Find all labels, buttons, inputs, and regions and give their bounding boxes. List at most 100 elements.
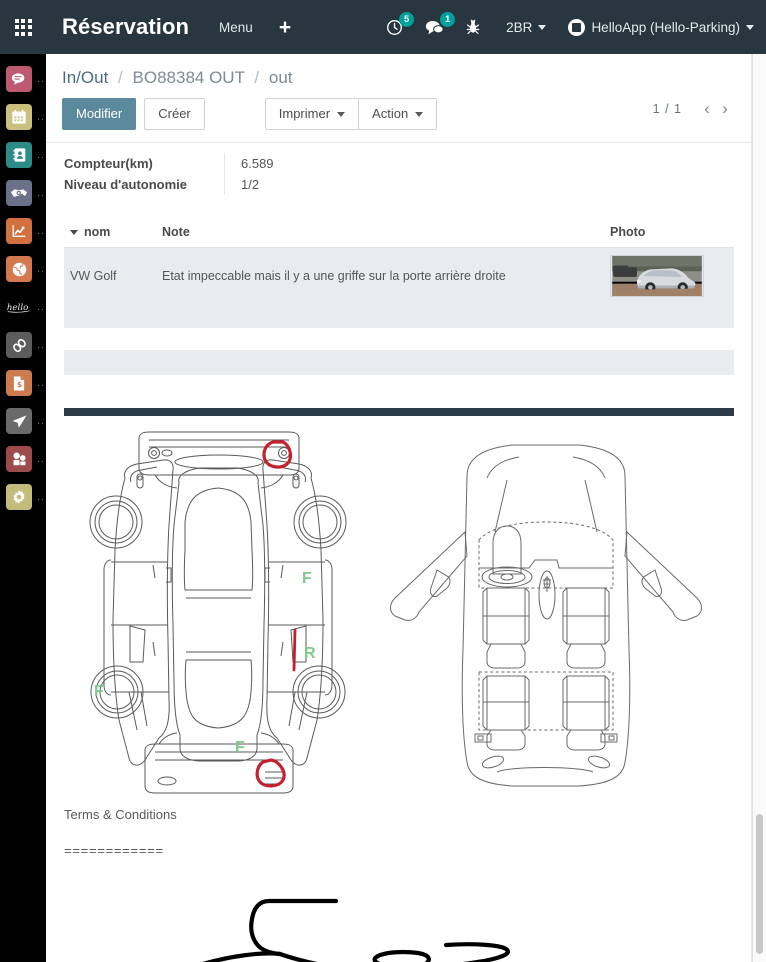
breadcrumb-record[interactable]: BO88384 OUT <box>133 68 245 87</box>
front-bumper-right-circle <box>264 442 290 467</box>
sidebar-item-label: ... <box>37 150 46 161</box>
sidebar-item-email-marketing[interactable]: ... <box>0 402 46 440</box>
menu-button[interactable]: Menu <box>219 20 253 35</box>
paper-plane-icon <box>6 408 32 434</box>
calendar-icon <box>6 104 32 130</box>
sidebar-item-hello[interactable]: hello ... <box>0 288 46 326</box>
chevron-down-icon <box>538 25 546 30</box>
breadcrumb-root[interactable]: In/Out <box>62 68 108 87</box>
column-label-nom: nom <box>84 225 110 239</box>
mark-label-f-left-rear: F <box>94 683 104 700</box>
apps-grid-icon[interactable] <box>0 19 46 36</box>
boxes-icon <box>6 446 32 472</box>
field-value-autonomie: 1/2 <box>225 174 274 195</box>
sidebar-item-label: ... <box>37 454 46 465</box>
section-divider-rule <box>64 408 734 416</box>
pager-next-button[interactable]: › <box>716 100 734 117</box>
sidebar-item-discuss[interactable]: ... <box>0 60 46 98</box>
cell-note: Etat impeccable mais il y a une griffe s… <box>156 247 604 304</box>
chevron-down-icon <box>337 112 345 117</box>
cell-photo <box>604 247 734 304</box>
vehicle-interior-top-view-diagram[interactable] <box>379 440 709 800</box>
column-header-nom[interactable]: nom <box>64 221 156 248</box>
rear-right-door-scratch-line <box>294 630 295 670</box>
bug-icon[interactable] <box>466 19 480 35</box>
print-label: Imprimer <box>279 106 330 121</box>
systray: 5 1 2BR HelloApp (Hello-Parking) <box>364 19 766 36</box>
sidebar-item-link[interactable]: ... <box>0 326 46 364</box>
messages-chat-icon[interactable]: 1 <box>425 19 444 36</box>
sidebar-item-website[interactable]: ... <box>0 250 46 288</box>
sidebar-item-label: ... <box>37 492 46 503</box>
pager: 1 / 1 ‹ › <box>653 100 734 117</box>
print-dropdown-button[interactable]: Imprimer <box>265 98 359 130</box>
terms-separator-line: ============ <box>64 844 734 859</box>
field-row-autonomie: Niveau d'autonomie 1/2 <box>64 174 274 195</box>
breadcrumb: In/Out / BO88384 OUT / out <box>46 54 752 88</box>
action-label: Action <box>372 106 408 121</box>
red-damage-marks <box>257 442 295 786</box>
hello-script-logo: hello <box>6 294 32 320</box>
svg-text:$: $ <box>17 379 22 388</box>
activity-badge: 5 <box>399 12 414 27</box>
avatar <box>568 19 585 36</box>
sidebar-item-label: ... <box>37 416 46 427</box>
cell-empty <box>156 304 604 328</box>
table-empty-row <box>64 304 734 328</box>
vehicle-lines-table: nom Note Photo VW Golf Etat impeccable m… <box>64 221 734 328</box>
create-button[interactable]: Créer <box>144 98 205 130</box>
link-chain-icon <box>6 332 32 358</box>
sidebar-item-inventory[interactable]: ... <box>0 440 46 478</box>
record-body: Compteur(km) 6.589 Niveau d'autonomie 1/… <box>46 153 752 962</box>
chat-bubble-icon <box>6 66 32 92</box>
cell-empty <box>604 304 734 328</box>
cell-empty <box>64 304 156 328</box>
terms-and-conditions-title: Terms & Conditions <box>64 807 734 822</box>
main-content: In/Out / BO88384 OUT / out Modifier Crée… <box>46 54 766 962</box>
field-label-autonomie: Niveau d'autonomie <box>64 174 224 195</box>
table-row[interactable]: VW Golf Etat impeccable mais il y a une … <box>64 247 734 304</box>
globe-icon <box>6 256 32 282</box>
chart-line-icon <box>6 218 32 244</box>
sidebar-item-label: ... <box>37 112 46 123</box>
silver-vw-golf-photo[interactable] <box>610 255 704 297</box>
field-label-compteur: Compteur(km) <box>64 153 224 174</box>
company-label: 2BR <box>506 20 532 35</box>
damage-diagrams: F F F R <box>64 430 734 805</box>
sidebar-item-settings[interactable]: ... <box>0 478 46 516</box>
sidebar-item-crm[interactable]: ... <box>0 174 46 212</box>
company-switcher[interactable]: 2BR <box>506 20 546 35</box>
empty-section-placeholder <box>64 350 734 375</box>
vehicle-exterior-damage-diagram[interactable]: F F F R <box>67 430 367 805</box>
activity-clock-icon[interactable]: 5 <box>386 19 403 36</box>
column-header-photo[interactable]: Photo <box>604 221 734 248</box>
pager-previous-button[interactable]: ‹ <box>698 100 716 117</box>
quick-create-button[interactable]: + <box>279 17 291 38</box>
sidebar-item-invoicing[interactable]: $ ... <box>0 364 46 402</box>
field-row-compteur: Compteur(km) 6.589 <box>64 153 274 174</box>
chevron-down-icon <box>415 112 423 117</box>
sidebar-item-label: ... <box>37 340 46 351</box>
edit-button[interactable]: Modifier <box>62 98 136 130</box>
customer-signature[interactable] <box>64 871 734 962</box>
vertical-scrollbar-track[interactable] <box>752 54 766 962</box>
user-menu[interactable]: HelloApp (Hello-Parking) <box>568 19 754 36</box>
sidebar-item-calendar[interactable]: ... <box>0 98 46 136</box>
pager-count: 1 / 1 <box>653 102 682 116</box>
sidebar-item-reporting[interactable]: ... <box>0 212 46 250</box>
top-navbar: Réservation Menu + 5 1 <box>0 0 766 54</box>
column-header-note[interactable]: Note <box>156 221 604 248</box>
vertical-scrollbar-thumb[interactable] <box>756 814 763 954</box>
breadcrumb-current: out <box>269 68 293 87</box>
breadcrumb-separator: / <box>254 68 259 87</box>
chevron-down-icon <box>746 25 754 30</box>
app-sidebar: ... ... ... ... ... ... hello ... <box>0 54 46 962</box>
table-header-row: nom Note Photo <box>64 221 734 248</box>
field-value-compteur: 6.589 <box>225 153 274 174</box>
app-brand-title: Réservation <box>62 14 189 40</box>
control-panel: Modifier Créer Imprimer Action 1 / 1 ‹ › <box>46 88 752 130</box>
gear-icon <box>6 484 32 510</box>
action-dropdown-button[interactable]: Action <box>359 98 437 130</box>
mark-label-f-rear: F <box>235 739 245 756</box>
sidebar-item-contacts[interactable]: ... <box>0 136 46 174</box>
